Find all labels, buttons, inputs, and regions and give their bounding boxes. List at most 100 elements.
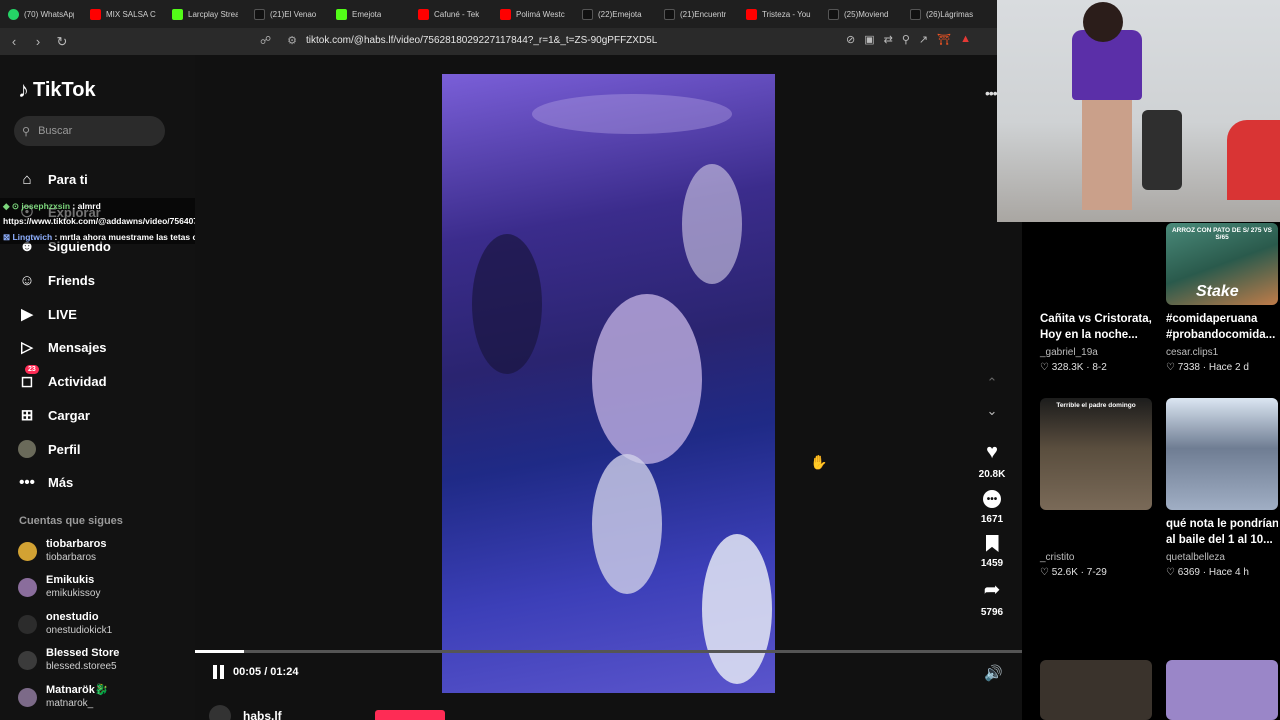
browser-tab[interactable]: (21)El Venao xyxy=(246,0,328,28)
tab-label: (22)Emejota xyxy=(598,9,642,19)
back-icon[interactable]: ‹ xyxy=(4,32,24,52)
followed-account[interactable]: Blessed Store blessed.storee5 xyxy=(18,647,119,673)
followed-account[interactable]: tiobarbaros tiobarbaros xyxy=(18,538,107,564)
author-name[interactable]: habs.lf xyxy=(243,709,282,720)
card-author[interactable]: _gabriel_19a xyxy=(1040,347,1152,358)
sidebar-item-label: Para ti xyxy=(48,171,88,187)
sidebar-item-actividad[interactable]: ◻ 23 Actividad xyxy=(18,365,107,390)
browser-tab[interactable]: (21)Encuentr xyxy=(656,0,738,28)
sidebar-item-mensajes[interactable]: ▷ Mensajes xyxy=(18,338,106,356)
card-author[interactable]: _cristito xyxy=(1040,552,1152,563)
avatar[interactable] xyxy=(18,687,37,707)
card-author[interactable]: cesar.clips1 xyxy=(1166,347,1278,358)
sidebar-item-label: Perfil xyxy=(48,441,81,457)
account-name: Blessed Store xyxy=(46,647,120,659)
thumbnail-caption: ARROZ CON PATO DE S/ 275 VS S/65 xyxy=(1171,227,1273,241)
card-author[interactable]: quetalbelleza xyxy=(1166,552,1278,563)
translate-icon[interactable]: ⇄ xyxy=(884,33,893,46)
video-thumbnail[interactable] xyxy=(1040,223,1152,305)
followed-account[interactable]: onestudio onestudiokick1 xyxy=(18,611,112,637)
forward-icon[interactable]: › xyxy=(28,32,48,52)
reload-icon[interactable]: ↻ xyxy=(52,32,72,52)
chat-message: ⊠ Lingtwich : mrtla ahora muestrame las … xyxy=(3,232,221,242)
browser-tab[interactable]: (25)Moviend xyxy=(820,0,902,28)
search-box[interactable]: ⚲ xyxy=(14,116,165,146)
share-count: 5796 xyxy=(980,607,1004,618)
card-title-line: Cañita vs Cristorata, xyxy=(1040,313,1152,325)
browser-tab[interactable]: MIX SALSA C xyxy=(82,0,164,28)
recommended-video-card[interactable]: qué nota le pondrían al baile del 1 al 10… xyxy=(1166,398,1278,578)
pause-icon[interactable] xyxy=(211,665,225,679)
sidebar-item-cargar[interactable]: ⊞ Cargar xyxy=(18,406,90,424)
share-button[interactable]: ➦ 5796 xyxy=(981,579,1003,618)
site-info-icon[interactable]: ⚙ xyxy=(287,34,297,47)
save-button[interactable]: 1459 xyxy=(981,535,1003,569)
avatar[interactable] xyxy=(18,650,37,670)
sidebar-item-friends[interactable]: ☺ Friends xyxy=(18,271,95,289)
browser-tab[interactable]: Cafuné - Tek xyxy=(410,0,492,28)
video-progress-bar[interactable] xyxy=(195,650,1022,653)
home-icon: ⌂ xyxy=(22,170,32,188)
video-progress-fill xyxy=(195,650,245,653)
bookmark-icon xyxy=(985,535,999,552)
no-tracking-icon[interactable]: ⊘ xyxy=(846,33,855,46)
video-thumbnail[interactable] xyxy=(1040,660,1152,720)
video-thumbnail[interactable] xyxy=(1166,398,1278,510)
card-title-line: #comidaperuana xyxy=(1166,313,1258,325)
recommended-video-card[interactable]: ARROZ CON PATO DE S/ 275 VS S/65 Stake #co… xyxy=(1166,223,1278,373)
volume-icon[interactable]: 🔊 xyxy=(984,664,1003,682)
thumbnail-caption: Terrible el padre domingo xyxy=(1056,402,1136,409)
search-input[interactable] xyxy=(38,125,149,137)
browser-tab[interactable]: (22)Emejota xyxy=(574,0,656,28)
video-frame[interactable] xyxy=(442,74,775,693)
tiktok-logo[interactable]: ♪ TikTok xyxy=(18,77,96,103)
sidebar-item-live[interactable]: ▶ LIVE xyxy=(18,305,77,323)
alert-icon[interactable]: ▲ xyxy=(960,33,971,46)
video-thumbnail[interactable]: Terrible el padre domingo xyxy=(1040,398,1152,510)
previous-video-icon[interactable]: ⌃ xyxy=(987,375,998,403)
recommended-video-card[interactable]: Terrible el padre domingo _cristito ♡ 52.6… xyxy=(1040,398,1152,578)
tab-favicon-icon xyxy=(910,8,921,20)
sidebar-item-m-s[interactable]: ••• Más xyxy=(18,473,73,491)
brave-shield-icon[interactable]: ⛩ xyxy=(937,33,951,46)
tab-label: MIX SALSA C xyxy=(106,9,156,19)
live-icon: ▶ xyxy=(21,306,33,323)
browser-tab[interactable]: Emejota xyxy=(328,0,410,28)
author-avatar[interactable] xyxy=(209,705,231,720)
sidebar-item-para-ti[interactable]: ⌂ Para ti xyxy=(18,170,88,188)
sidebar-item-perfil[interactable]: Perfil xyxy=(18,440,81,458)
next-video-icon[interactable]: ⌄ xyxy=(987,403,998,431)
avatar[interactable] xyxy=(18,614,37,634)
card-title[interactable] xyxy=(1040,516,1152,548)
browser-tab[interactable]: Polimá Westc xyxy=(492,0,574,28)
video-author[interactable]: habs.lf xyxy=(209,705,282,720)
bookmark-icon[interactable]: ☍ xyxy=(260,34,271,47)
like-button[interactable]: ♥ 20.8K xyxy=(979,441,1006,480)
friends-icon: ☺ xyxy=(19,271,35,289)
url-input[interactable]: tiktok.com/@habs.lf/video/75628180292271… xyxy=(306,35,657,46)
share-icon[interactable]: ↗ xyxy=(919,33,928,46)
browser-tab[interactable]: Tristeza - You xyxy=(738,0,820,28)
followed-account[interactable]: Matnarök🐉 matnarok_ xyxy=(18,684,109,710)
video-thumbnail[interactable]: ARROZ CON PATO DE S/ 275 VS S/65 Stake xyxy=(1166,223,1278,305)
zoom-icon[interactable]: ⚲ xyxy=(902,33,910,46)
recommended-video-card[interactable]: Cañita vs Cristorata, Hoy en la noche... _… xyxy=(1040,223,1152,373)
follow-button[interactable] xyxy=(375,710,445,720)
comment-button[interactable]: ••• 1671 xyxy=(981,490,1003,525)
avatar[interactable] xyxy=(18,541,37,561)
browser-tab[interactable]: (26)Lágrimas xyxy=(902,0,984,28)
more-options-icon[interactable]: ••• xyxy=(985,85,998,101)
card-title[interactable]: Cañita vs Cristorata, Hoy en la noche... xyxy=(1040,311,1152,343)
browser-tab[interactable]: (70) WhatsApp xyxy=(0,0,82,28)
video-thumbnail[interactable] xyxy=(1166,660,1278,720)
tab-favicon-icon xyxy=(500,8,511,20)
upload-icon: ⊞ xyxy=(20,407,34,424)
account-text: Matnarök🐉 matnarok_ xyxy=(46,684,109,710)
cast-icon[interactable]: ▣ xyxy=(864,33,874,46)
browser-tab[interactable]: Larcplay Strea xyxy=(164,0,246,28)
share-arrow-icon: ➦ xyxy=(983,579,1001,601)
avatar[interactable] xyxy=(18,577,37,597)
followed-account[interactable]: Emikukis emikukissoy xyxy=(18,574,100,600)
card-title[interactable]: #comidaperuana #probandocomida... xyxy=(1166,311,1278,343)
card-title[interactable]: qué nota le pondrían al baile del 1 al 10… xyxy=(1166,516,1278,548)
